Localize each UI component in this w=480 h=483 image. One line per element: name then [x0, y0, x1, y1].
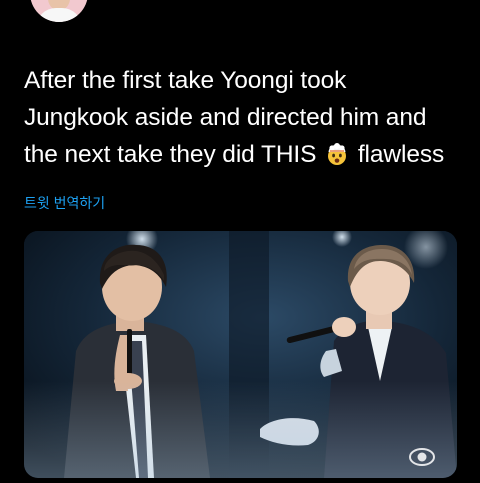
author-avatar[interactable] — [30, 0, 88, 22]
tweet-text: After the first take Yoongi took Jungkoo… — [24, 62, 464, 173]
tweet-line-3-start: the next take they did THIS — [24, 141, 317, 168]
tweet-line-3: the next take they did THIS flawless — [24, 136, 464, 173]
tweet-line-1: After the first take Yoongi took — [24, 67, 347, 94]
tweet-media-video[interactable] — [24, 231, 457, 478]
tweet-line-2: Jungkook aside and directed him and — [24, 104, 427, 131]
tweet-line-3-end: flawless — [357, 141, 445, 168]
exploding-head-emoji-icon — [325, 142, 349, 166]
translate-tweet-link[interactable]: 트윗 번역하기 — [24, 193, 105, 213]
video-frame — [24, 231, 457, 478]
avatar-shirt — [36, 8, 82, 22]
